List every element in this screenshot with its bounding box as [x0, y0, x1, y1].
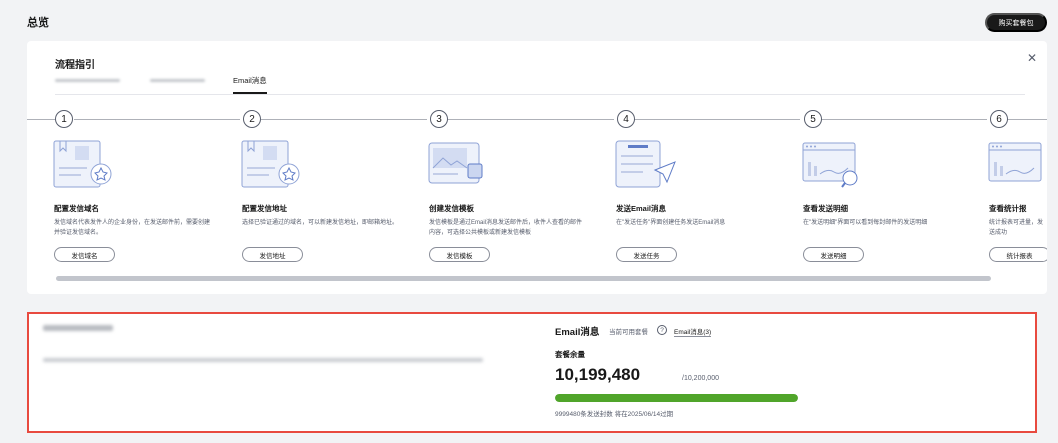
package-type-title: Email消息: [555, 327, 600, 338]
step-4: 4 发送Email消息 在"发送任务"界面创建任务发送Email消息 发送任务: [589, 103, 779, 273]
step-description: 统计报表可进量，发送成功: [989, 220, 1044, 236]
send-detail-button[interactable]: 发送明细: [803, 247, 864, 262]
send-task-button[interactable]: 发送任务: [616, 247, 677, 262]
domain-certificate-icon: [53, 140, 112, 188]
template-button[interactable]: 发信模板: [429, 247, 490, 262]
send-email-icon: [615, 140, 676, 188]
step-number: 1: [55, 110, 73, 128]
step-6: 6 查看统计报 统计报表可进量，发送成功 统计报表: [962, 103, 1047, 273]
usage-progress-bar: [555, 394, 798, 402]
tab-email[interactable]: Email消息: [233, 75, 267, 94]
step-number: 4: [617, 110, 635, 128]
step-number: 5: [804, 110, 822, 128]
statistics-chart-icon: [988, 142, 1042, 182]
help-icon[interactable]: ?: [657, 325, 667, 335]
usage-progress-fill: [555, 394, 798, 402]
step-2: 2 配置发信地址 选择已验证通过的域名，可以新建发信地址，即邮箱地址。 发信地址: [215, 103, 405, 273]
step-title: 配置发信域名: [54, 204, 99, 213]
horizontal-scrollbar[interactable]: [56, 276, 991, 281]
process-guide-card: 流程指引 ✕ Email消息 1 配置发信域名 发信域名代表发件人的企业身份，在…: [27, 41, 1047, 294]
step-title: 查看统计报: [989, 204, 1027, 213]
guide-title: 流程指引: [55, 60, 95, 71]
step-description: 在"发送明细"界面可以看到每封邮件的发送明细: [803, 220, 928, 226]
step-title: 配置发信地址: [242, 204, 287, 213]
step-1: 1 配置发信域名 发信域名代表发件人的企业身份，在发送邮件前，需要创建并验证发信…: [27, 103, 217, 273]
step-title: 查看发送明细: [803, 204, 848, 213]
statistics-report-button[interactable]: 统计报表: [989, 247, 1047, 262]
guide-tabs: Email消息: [55, 75, 1025, 95]
close-icon[interactable]: ✕: [1027, 52, 1037, 64]
available-package-label: 当前可用套餐: [609, 329, 648, 336]
tab-blurred-2[interactable]: [150, 79, 205, 82]
page-title: 总览: [27, 17, 49, 29]
step-title: 发送Email消息: [616, 204, 667, 213]
remaining-label: 套餐余量: [555, 350, 585, 359]
detail-search-icon: [802, 142, 858, 188]
step-5: 5 查看发送明细 在"发送明细"界面可以看到每封邮件的发送明细 发送明细: [776, 103, 966, 273]
tab-blurred-1[interactable]: [55, 79, 120, 82]
package-card: Email消息 当前可用套餐 ? Email消息(3) 套餐余量 10,199,…: [27, 312, 1037, 433]
address-certificate-icon: [241, 140, 300, 188]
available-package-link[interactable]: Email消息(3): [674, 326, 712, 337]
remaining-value: 10,199,480: [555, 365, 641, 384]
top-bar: 总览 购买套餐包: [0, 0, 1058, 36]
expire-text: 9999480条发送封数 将在2025/06/14过期: [555, 411, 674, 418]
blurred-description: [43, 358, 483, 362]
step-number: 3: [430, 110, 448, 128]
guide-steps: 1 配置发信域名 发信域名代表发件人的企业身份，在发送邮件前，需要创建并验证发信…: [27, 103, 1047, 273]
step-number: 2: [243, 110, 261, 128]
step-number: 6: [990, 110, 1008, 128]
step-3: 3 创建发信模板 发信模板是通过Email消息发送邮件后，收件人查看的邮件内容，…: [402, 103, 592, 273]
template-image-icon: [428, 142, 483, 184]
step-description: 发信域名代表发件人的企业身份，在发送邮件前，需要创建并验证发信域名。: [54, 220, 211, 236]
blurred-title: [43, 325, 113, 331]
step-description: 选择已验证通过的域名，可以新建发信地址，即邮箱地址。: [242, 220, 399, 226]
sender-address-button[interactable]: 发信地址: [242, 247, 303, 262]
step-description: 在"发送任务"界面创建任务发送Email消息: [616, 220, 726, 226]
sender-domain-button[interactable]: 发信域名: [54, 247, 115, 262]
step-description: 发信模板是通过Email消息发送邮件后，收件人查看的邮件内容，可选择公共模板或新…: [429, 220, 583, 236]
total-value: /10,200,000: [682, 375, 719, 382]
step-title: 创建发信模板: [429, 204, 474, 213]
buy-package-button[interactable]: 购买套餐包: [985, 13, 1047, 32]
